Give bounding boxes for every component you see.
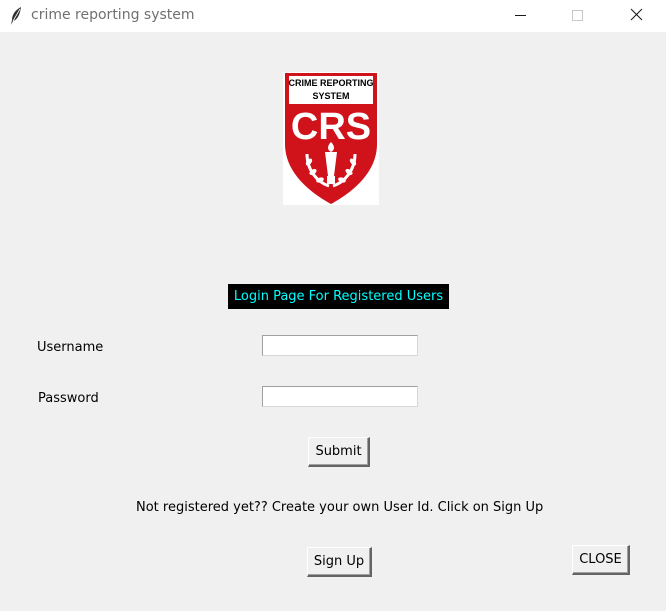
sign-up-button[interactable]: Sign Up — [307, 547, 372, 577]
torch-laurel-shield-icon: CRIME REPORTING SYSTEM CRS — [285, 73, 377, 204]
close-icon — [630, 8, 643, 21]
minimize-button[interactable] — [497, 0, 543, 32]
login-heading: Login Page For Registered Users — [228, 284, 449, 309]
title-bar[interactable]: crime reporting system — [0, 0, 666, 32]
username-input[interactable] — [262, 335, 418, 356]
maximize-icon — [572, 10, 583, 21]
logo-initials: CRS — [291, 106, 371, 148]
close-button[interactable]: CLOSE — [572, 545, 630, 575]
crs-logo: CRIME REPORTING SYSTEM CRS — [283, 72, 379, 205]
minimize-icon — [515, 15, 526, 16]
logo-line1: CRIME REPORTING — [288, 78, 373, 88]
username-label: Username — [37, 340, 104, 355]
maximize-button[interactable] — [555, 0, 601, 32]
logo-line2: SYSTEM — [312, 91, 349, 101]
signup-info-text: Not registered yet?? Create your own Use… — [136, 500, 544, 515]
feather-icon — [9, 6, 23, 26]
close-window-button[interactable] — [614, 0, 660, 32]
password-label: Password — [38, 391, 99, 406]
main-window-content: CRIME REPORTING SYSTEM CRS Login Page Fo… — [0, 32, 666, 611]
submit-button[interactable]: Submit — [308, 437, 370, 467]
password-input[interactable] — [262, 386, 418, 407]
window-title: crime reporting system — [31, 7, 195, 23]
